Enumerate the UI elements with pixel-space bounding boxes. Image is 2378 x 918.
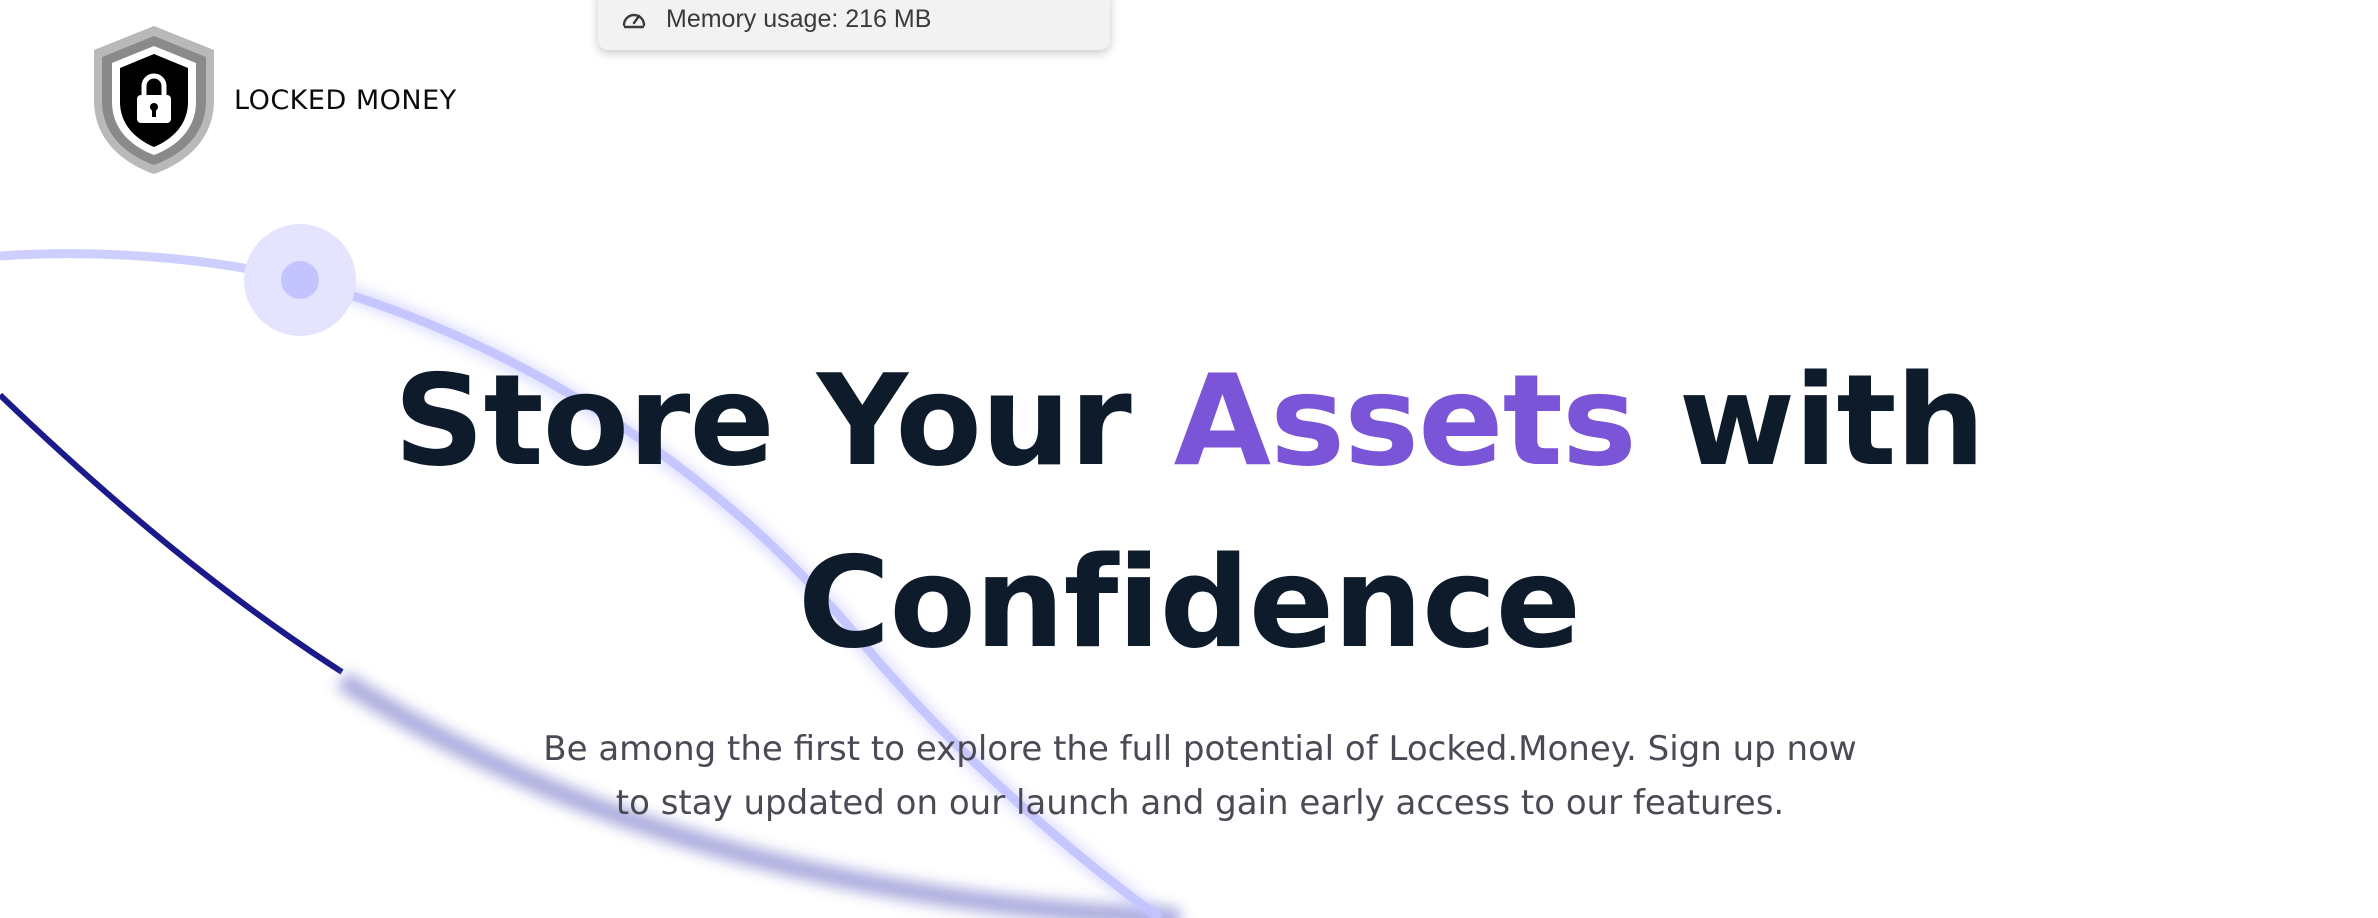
memory-usage-text: Memory usage: 216 MB <box>666 4 932 33</box>
shield-lock-icon <box>94 26 214 174</box>
hero-headline: Store Your Assets with Confidence <box>0 330 2378 694</box>
headline-line-2: Confidence <box>797 529 1581 676</box>
site-logo[interactable]: LOCKED MONEY <box>84 22 457 178</box>
hero-subtitle: Be among the first to explore the full p… <box>543 729 1857 823</box>
headline-accent: Assets <box>1173 347 1637 494</box>
brand-name: LOCKED MONEY <box>234 84 457 116</box>
glow-circle <box>244 224 356 336</box>
hero-section: Store Your Assets with Confidence <box>0 330 2378 694</box>
memory-usage-tooltip: Memory usage: 216 MB <box>598 0 1110 50</box>
glow-dot <box>281 261 319 299</box>
headline-part-1: Store Your <box>393 347 1132 494</box>
gauge-icon <box>620 5 648 33</box>
headline-part-2: with <box>1678 347 1986 494</box>
